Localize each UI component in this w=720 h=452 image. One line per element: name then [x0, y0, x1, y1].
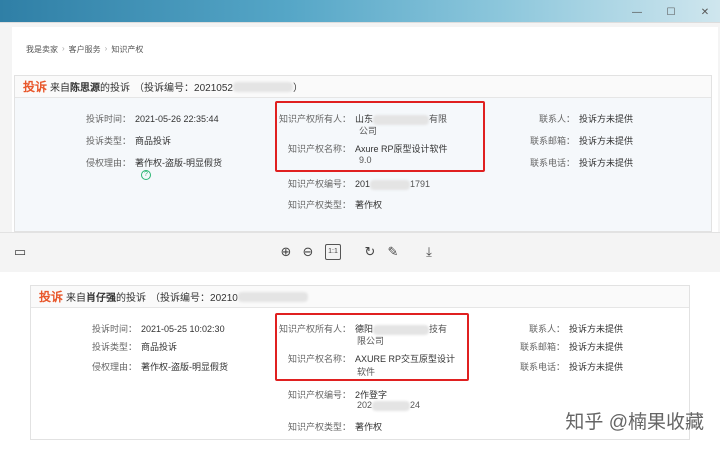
close-button[interactable]: ✕	[698, 7, 712, 18]
download-icon[interactable]: ⤓	[421, 244, 437, 260]
contact-person: 联系人： 投诉方未提供	[538, 114, 634, 124]
highlight-box	[275, 101, 485, 172]
ip-type: 知识产权类型： 著作权	[287, 200, 383, 210]
complaint-code: （投诉编号：2021052	[134, 83, 233, 94]
blurred-region	[237, 291, 308, 302]
zoom-in-icon[interactable]: ⊕	[278, 244, 294, 260]
layout-icon[interactable]: ▭	[12, 244, 28, 260]
help-icon[interactable]: ?	[141, 170, 151, 180]
maximize-button[interactable]: ☐	[664, 7, 678, 18]
contact-email: 联系邮箱： 投诉方未提供	[529, 136, 634, 146]
ip-type: 知识产权类型： 著作权	[287, 422, 383, 432]
complaint-type: 投诉类型： 商品投诉	[85, 136, 172, 146]
complaint-type: 投诉类型： 商品投诉	[91, 342, 178, 352]
contact-phone: 联系电话： 投诉方未提供	[529, 158, 634, 168]
breadcrumb-ip[interactable]: 知识产权	[111, 44, 143, 55]
window-controls: — ☐ ✕	[630, 7, 712, 18]
contact-phone: 联系电话： 投诉方未提供	[519, 362, 624, 372]
complaint-body: 投诉时间： 2021-05-26 22:35:44 投诉类型： 商品投诉 侵权理由：…	[15, 98, 711, 231]
breadcrumb-customer-service[interactable]: 客户服务	[69, 44, 101, 55]
infringement-reason: 侵权理由： 著作权-盗版-明显假货	[91, 362, 228, 372]
screenshot-page: 我是卖家 › 客户服务 › 知识产权 投诉 来自 陈思源 的投诉 （投诉编号：2…	[12, 27, 718, 232]
complaint-code: （投诉编号：20210	[150, 293, 238, 304]
contact-email: 联系邮箱： 投诉方未提供	[519, 342, 624, 352]
watermark: 知乎 @楠果收藏	[565, 412, 704, 433]
breadcrumb: 我是卖家 › 客户服务 › 知识产权	[26, 44, 144, 55]
edit-icon[interactable]: ✎	[385, 244, 401, 260]
complainant-name: 肖仔强	[86, 293, 117, 304]
minimize-button[interactable]: —	[630, 7, 644, 18]
infringement-reason: 侵权理由： 著作权-盗版-明显假货	[85, 158, 222, 168]
ip-number: 知识产权编号： 201 1791	[287, 179, 431, 190]
viewer-toolbar: ▭ ⊕ ⊖ 1:1 ↻ ✎ ⤓	[0, 232, 720, 270]
complaint-tag: 投诉	[39, 290, 64, 304]
complaint-header: 投诉 来自 肖仔强 的投诉 （投诉编号：20210	[31, 286, 689, 308]
zoom-out-icon[interactable]: ⊖	[300, 244, 316, 260]
image-viewer-window: — ☐ ✕ 我是卖家 › 客户服务 › 知识产权 投诉 来自 陈思源 的投诉 （…	[0, 7, 720, 272]
breadcrumb-seller[interactable]: 我是卖家	[26, 44, 58, 55]
contact-person: 联系人： 投诉方未提供	[528, 324, 624, 334]
complaint-tag: 投诉	[23, 80, 48, 94]
highlight-box	[275, 313, 469, 381]
complaint-card-top: 投诉 来自 陈思源 的投诉 （投诉编号：2021052 ） 投诉时间： 2021-…	[14, 75, 712, 232]
complaint-time: 投诉时间： 2021-05-25 10:02:30	[91, 324, 225, 334]
actual-size-button[interactable]: 1:1	[325, 244, 341, 260]
complaint-header: 投诉 来自 陈思源 的投诉 （投诉编号：2021052 ）	[15, 76, 711, 98]
rotate-icon[interactable]: ↻	[362, 244, 378, 260]
blurred-region	[232, 81, 293, 92]
complaint-time: 投诉时间： 2021-05-26 22:35:44	[85, 114, 219, 124]
complainant-name: 陈思源	[70, 83, 101, 94]
